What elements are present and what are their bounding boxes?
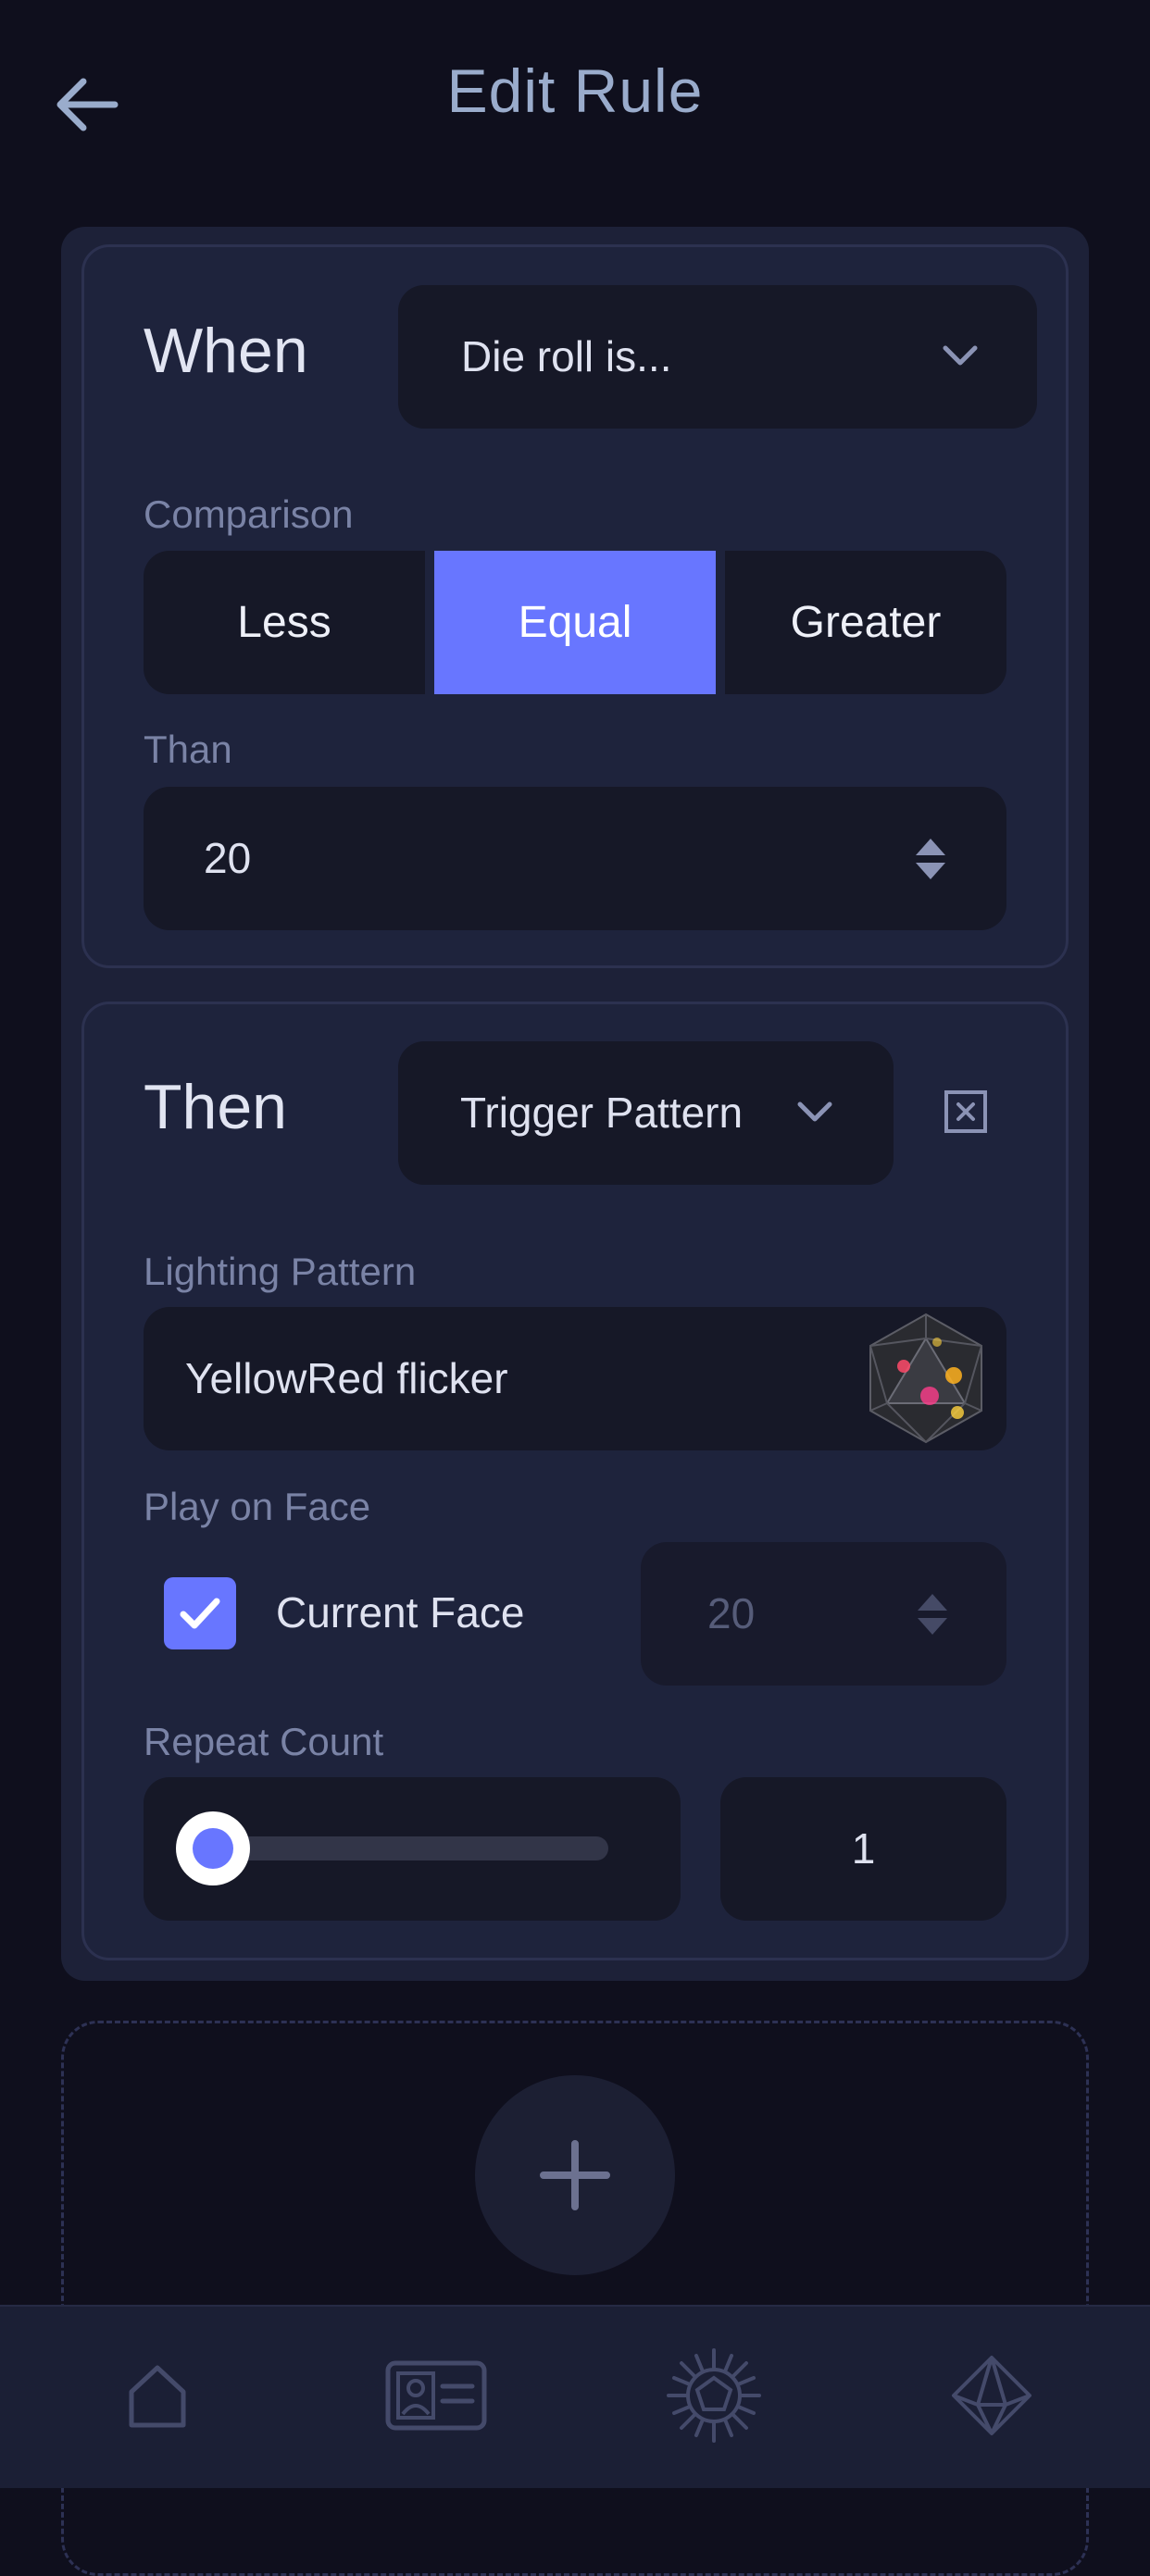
lighting-pattern-label: Lighting Pattern [144, 1250, 417, 1293]
lighting-pattern-value: YellowRed flicker [185, 1354, 508, 1402]
action-select[interactable]: Trigger Pattern [398, 1041, 894, 1185]
condition-select-value: Die roll is... [461, 332, 672, 380]
slider-thumb-dot [193, 1828, 233, 1869]
comparison-label: Comparison [144, 492, 354, 536]
repeat-count-label: Repeat Count [144, 1720, 384, 1763]
chevron-down-icon [797, 1101, 832, 1122]
remove-action-icon[interactable] [943, 1089, 989, 1135]
nav-home[interactable] [102, 2349, 213, 2442]
lighting-pattern-select[interactable]: YellowRed flicker [144, 1307, 1006, 1450]
repeat-count-value: 1 [851, 1824, 876, 1873]
face-number-input: 20 [641, 1542, 1006, 1686]
page-title: Edit Rule [446, 56, 704, 125]
nav-dice[interactable] [658, 2348, 769, 2443]
nav-die[interactable] [936, 2349, 1047, 2442]
segment-divider [425, 551, 434, 694]
home-icon [129, 2365, 186, 2428]
dice-sun-icon [667, 2348, 761, 2443]
repeat-slider-track[interactable] [199, 1836, 608, 1860]
plus-icon [540, 2140, 610, 2210]
segment-divider [716, 551, 725, 694]
current-face-label: Current Face [276, 1588, 525, 1636]
face-value: 20 [707, 1589, 756, 1637]
stepper-icon[interactable] [912, 835, 949, 883]
checkmark-icon [180, 1598, 220, 1629]
condition-select[interactable]: Die roll is... [398, 285, 1037, 429]
than-label: Than [144, 728, 232, 771]
action-select-value: Trigger Pattern [460, 1089, 744, 1137]
repeat-count-field[interactable]: 1 [720, 1777, 1006, 1921]
than-value: 20 [204, 834, 252, 882]
stepper-icon [918, 1594, 947, 1635]
play-on-face-label: Play on Face [144, 1485, 371, 1528]
when-title: When [144, 316, 308, 386]
repeat-slider-thumb[interactable] [176, 1811, 250, 1885]
d20-die-preview-icon [869, 1313, 982, 1444]
then-title: Then [144, 1072, 287, 1142]
profile-card-icon [385, 2360, 487, 2431]
nav-profile[interactable] [381, 2349, 492, 2442]
comparison-greater-option[interactable]: Greater [725, 551, 1006, 694]
than-number-input[interactable]: 20 [144, 787, 1006, 930]
current-face-checkbox[interactable] [164, 1577, 236, 1649]
chevron-down-icon [943, 345, 978, 366]
comparison-less-option[interactable]: Less [144, 551, 425, 694]
add-rule-button[interactable] [475, 2075, 675, 2275]
d20-die-icon [952, 2356, 1031, 2435]
comparison-segmented-control: Less Equal Greater [144, 551, 1006, 694]
comparison-equal-option[interactable]: Equal [434, 551, 716, 694]
